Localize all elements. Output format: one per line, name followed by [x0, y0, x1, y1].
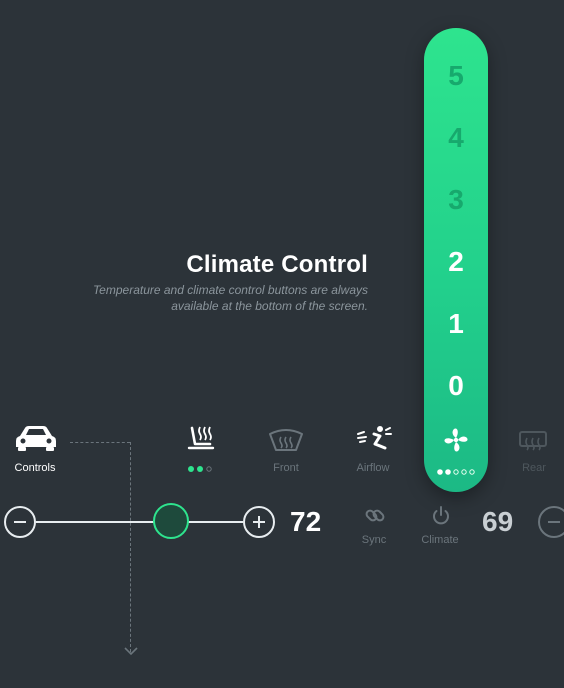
passenger-decrease-button[interactable]	[538, 506, 564, 538]
rear-label[interactable]: Rear	[494, 462, 564, 474]
driver-temperature: 72	[290, 506, 322, 537]
fan-icon	[444, 428, 468, 452]
fan-level-2[interactable]: 2	[424, 246, 488, 278]
page-title: Climate Control	[186, 251, 368, 278]
fan-level-4[interactable]: 4	[424, 122, 488, 154]
fan-level-0[interactable]: 0	[424, 370, 488, 402]
fan-level-5[interactable]: 5	[424, 60, 488, 92]
front-label[interactable]: Front	[246, 462, 326, 474]
climate-label[interactable]: Climate	[400, 534, 480, 546]
fan-speed-slider[interactable]: 5 4 3 2 1 0	[424, 28, 488, 492]
chevron-down-icon	[124, 647, 138, 656]
fan-level-1[interactable]: 1	[424, 308, 488, 340]
rear-defrost-icon[interactable]	[518, 430, 548, 457]
airflow-label[interactable]: Airflow	[333, 462, 413, 474]
page-subtitle: Temperature and climate control buttons …	[92, 283, 368, 313]
controls-label[interactable]: Controls	[0, 462, 75, 474]
passenger-temperature: 69	[482, 506, 514, 537]
seat-heat-level-dots	[188, 466, 212, 472]
temp-slider-track[interactable]	[36, 521, 243, 523]
guide-line-vertical	[130, 442, 131, 652]
link-icon[interactable]	[364, 505, 386, 532]
temp-slider-thumb[interactable]	[152, 503, 189, 539]
car-icon[interactable]	[14, 424, 58, 457]
decrease-temp-button[interactable]	[4, 506, 36, 538]
power-icon[interactable]	[430, 505, 452, 532]
guide-line-horizontal	[70, 442, 130, 443]
increase-temp-button[interactable]	[243, 506, 275, 538]
front-defrost-icon[interactable]	[268, 428, 304, 457]
fan-level-3[interactable]: 3	[424, 184, 488, 216]
seat-heat-icon[interactable]	[186, 424, 218, 459]
fan-page-dots	[437, 469, 475, 475]
airflow-icon[interactable]	[356, 424, 392, 459]
